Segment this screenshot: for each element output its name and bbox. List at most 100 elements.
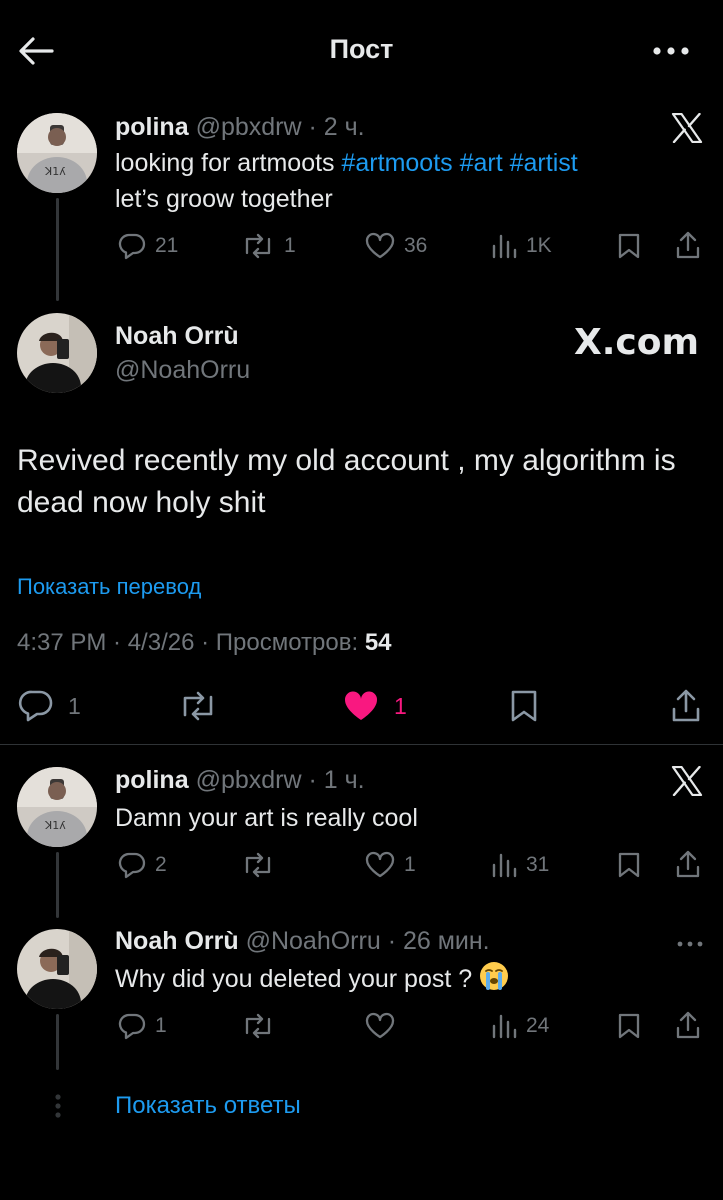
author-handle[interactable]: @pbxdrw bbox=[196, 113, 302, 141]
views-icon bbox=[492, 1014, 517, 1039]
thread-line bbox=[56, 198, 59, 301]
thread-line bbox=[56, 852, 59, 918]
tweet-header: polina @pbxdrw · 1 ч. bbox=[115, 766, 365, 795]
author-name[interactable]: polina bbox=[115, 766, 189, 794]
bookmark-button[interactable] bbox=[509, 689, 539, 723]
repost-icon bbox=[245, 1013, 271, 1039]
x-logo-icon bbox=[671, 112, 703, 148]
repost-button[interactable] bbox=[240, 851, 276, 879]
tweet-header: polina @pbxdrw · 2 ч. bbox=[115, 113, 365, 142]
thread-line bbox=[56, 1014, 59, 1070]
tweet-time: · 2 ч. bbox=[308, 113, 365, 141]
reply-icon bbox=[118, 852, 146, 879]
share-button[interactable] bbox=[675, 849, 701, 879]
author-name[interactable]: Noah Orrù bbox=[115, 927, 239, 955]
author-handle[interactable]: @NoahOrru bbox=[246, 927, 381, 955]
reply-count: 21 bbox=[155, 234, 179, 257]
tweet-timestamp: 4:37 PM · 4/3/26 · Просмотров: bbox=[17, 629, 365, 656]
crying-emoji-icon bbox=[479, 961, 509, 991]
thread-dots-icon bbox=[54, 1093, 62, 1124]
reply-icon bbox=[118, 233, 146, 260]
share-icon bbox=[672, 689, 700, 722]
tweet-meta: 4:37 PM · 4/3/26 · Просмотров: 54 bbox=[17, 629, 392, 657]
reply-button[interactable]: 1 bbox=[117, 1012, 167, 1040]
tweet-text-plain: Why did you deleted your post ? bbox=[115, 965, 480, 993]
like-count: 1 bbox=[404, 853, 416, 876]
bookmark-button[interactable] bbox=[617, 232, 641, 260]
author-name[interactable]: polina bbox=[115, 113, 189, 141]
like-button[interactable]: 1 bbox=[364, 851, 416, 879]
bookmark-button[interactable] bbox=[617, 851, 641, 879]
show-translation-link[interactable]: Показать перевод bbox=[17, 574, 201, 600]
avatar[interactable] bbox=[17, 313, 97, 393]
reply-button[interactable]: 2 bbox=[117, 851, 167, 879]
tweet-text: Why did you deleted your post ? bbox=[115, 961, 509, 997]
share-button[interactable] bbox=[675, 1010, 701, 1040]
author-handle[interactable]: @NoahOrru bbox=[115, 356, 250, 385]
tweet-text-plain: looking for artmoots bbox=[115, 149, 342, 177]
author-handle[interactable]: @pbxdrw bbox=[196, 766, 302, 794]
author-name[interactable]: Noah Orrù bbox=[115, 322, 239, 351]
share-button[interactable] bbox=[675, 230, 701, 260]
repost-button[interactable] bbox=[240, 1012, 276, 1040]
divider bbox=[0, 744, 723, 745]
reply-icon bbox=[118, 1013, 146, 1040]
repost-icon bbox=[245, 852, 271, 878]
views-count: 31 bbox=[526, 853, 550, 876]
avatar[interactable] bbox=[17, 929, 97, 1009]
repost-button[interactable] bbox=[176, 689, 220, 723]
bookmark-icon bbox=[618, 233, 640, 259]
heart-icon bbox=[365, 1012, 395, 1039]
watermark-text: X.com bbox=[574, 322, 700, 363]
tweet-text: Damn your art is really cool bbox=[115, 804, 418, 832]
views-count: 24 bbox=[526, 1014, 550, 1037]
views-icon bbox=[492, 853, 517, 878]
reply-count: 1 bbox=[155, 1014, 167, 1037]
show-replies-link[interactable]: Показать ответы bbox=[115, 1092, 301, 1120]
bookmark-icon bbox=[618, 852, 640, 878]
views-button[interactable]: 31 bbox=[490, 851, 549, 879]
share-icon bbox=[676, 231, 700, 259]
share-button[interactable] bbox=[670, 687, 702, 723]
like-button[interactable] bbox=[364, 1012, 396, 1040]
tweet-time: · 26 мин. bbox=[387, 927, 490, 955]
repost-icon bbox=[183, 691, 213, 721]
reply-button[interactable]: 21 bbox=[117, 232, 178, 260]
main-tweet-text: Revived recently my old account , my alg… bbox=[17, 444, 676, 519]
x-com-watermark: X.com bbox=[574, 322, 699, 363]
repost-icon bbox=[245, 233, 271, 259]
bookmark-icon bbox=[511, 690, 537, 722]
share-icon bbox=[676, 850, 700, 878]
more-options-icon[interactable] bbox=[652, 44, 690, 58]
avatar[interactable]: ꓘ1ʎ bbox=[17, 113, 97, 193]
views-button[interactable]: 24 bbox=[490, 1012, 549, 1040]
tweet-text-line2: let’s groow together bbox=[115, 185, 333, 213]
share-icon bbox=[676, 1011, 700, 1039]
reply-icon bbox=[18, 690, 53, 722]
repost-button[interactable]: 1 bbox=[240, 232, 296, 260]
heart-icon bbox=[365, 232, 395, 259]
bookmark-icon bbox=[618, 1013, 640, 1039]
like-count: 36 bbox=[404, 234, 428, 257]
tweet-header: Noah Orrù @NoahOrru · 26 мин. bbox=[115, 927, 490, 956]
like-count: 1 bbox=[394, 692, 407, 719]
tweet-time: · 1 ч. bbox=[308, 766, 365, 794]
x-logo-icon bbox=[671, 765, 703, 801]
page-title: Пост bbox=[329, 34, 394, 64]
svg-text:ꓘ1ʎ: ꓘ1ʎ bbox=[44, 165, 66, 178]
views-count: 1K bbox=[526, 234, 552, 257]
repost-count: 1 bbox=[284, 234, 296, 257]
bookmark-button[interactable] bbox=[617, 1012, 641, 1040]
svg-text:ꓘ1ʎ: ꓘ1ʎ bbox=[44, 819, 66, 832]
hashtags[interactable]: #artmoots #art #artist bbox=[342, 149, 578, 177]
avatar[interactable]: ꓘ1ʎ bbox=[17, 767, 97, 847]
more-options-icon[interactable] bbox=[677, 936, 703, 954]
like-button[interactable]: 36 bbox=[364, 232, 427, 260]
reply-count: 1 bbox=[68, 692, 81, 719]
reply-button[interactable]: 1 bbox=[18, 689, 81, 723]
view-count: 54 bbox=[364, 629, 392, 656]
reply-count: 2 bbox=[155, 853, 167, 876]
heart-icon bbox=[365, 851, 395, 878]
views-button[interactable]: 1K bbox=[490, 232, 552, 260]
like-button[interactable]: 1 bbox=[342, 689, 407, 723]
